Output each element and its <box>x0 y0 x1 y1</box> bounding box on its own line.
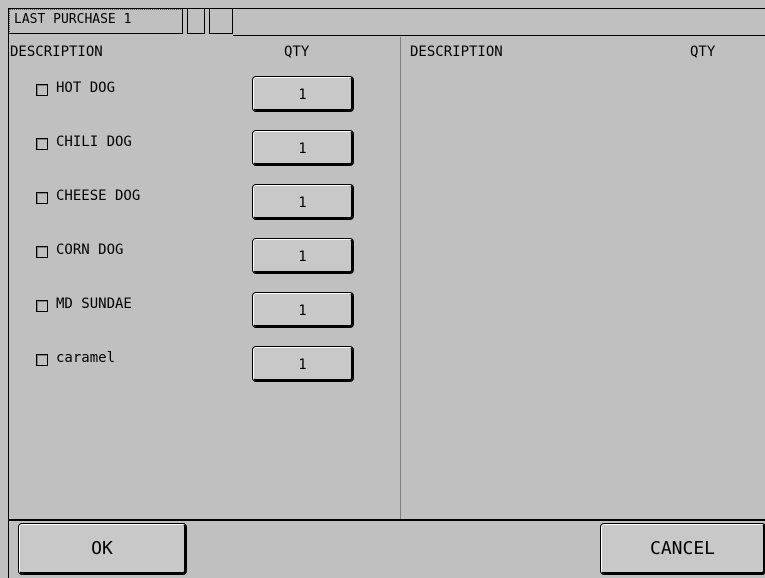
item-checkbox[interactable] <box>36 138 48 150</box>
item-description: MD SUNDAE <box>56 296 132 312</box>
qty-button[interactable]: 1 <box>252 76 354 112</box>
qty-button[interactable]: 1 <box>252 292 354 328</box>
qty-button[interactable]: 1 <box>252 184 354 220</box>
item-checkbox[interactable] <box>36 192 48 204</box>
tab-3[interactable] <box>209 9 233 34</box>
last-purchase-screen: LAST PURCHASE 1 DESCRIPTION QTY DESCRIPT… <box>0 0 765 578</box>
left-qty-header: QTY <box>284 44 310 60</box>
qty-button[interactable]: 1 <box>252 130 354 166</box>
ok-button[interactable]: OK <box>18 523 187 575</box>
item-description: CHEESE DOG <box>56 188 141 204</box>
item-description: CORN DOG <box>56 242 124 258</box>
item-description: CHILI DOG <box>56 134 132 150</box>
item-checkbox[interactable] <box>36 84 48 96</box>
item-checkbox[interactable] <box>36 300 48 312</box>
right-qty-header: QTY <box>690 44 716 60</box>
cancel-button[interactable]: CANCEL <box>600 523 765 575</box>
list-item: CHEESE DOG 1 <box>10 184 390 221</box>
list-item: MD SUNDAE 1 <box>10 292 390 329</box>
left-description-header: DESCRIPTION <box>10 44 103 60</box>
list-item: HOT DOG 1 <box>10 76 390 113</box>
tab-2[interactable] <box>187 9 205 34</box>
item-checkbox[interactable] <box>36 246 48 258</box>
qty-button[interactable]: 1 <box>252 238 354 274</box>
tab-underline <box>233 35 765 36</box>
qty-button[interactable]: 1 <box>252 346 354 382</box>
list-item: caramel 1 <box>10 346 390 383</box>
item-description: HOT DOG <box>56 80 116 96</box>
tab-last-purchase-1[interactable]: LAST PURCHASE 1 <box>9 9 183 34</box>
right-description-header: DESCRIPTION <box>410 44 503 60</box>
item-description: caramel <box>56 350 116 366</box>
footer-separator <box>9 519 765 521</box>
item-checkbox[interactable] <box>36 354 48 366</box>
panel-divider <box>400 37 401 519</box>
tab-strip: LAST PURCHASE 1 <box>9 9 765 37</box>
list-item: CHILI DOG 1 <box>10 130 390 167</box>
list-item: CORN DOG 1 <box>10 238 390 275</box>
